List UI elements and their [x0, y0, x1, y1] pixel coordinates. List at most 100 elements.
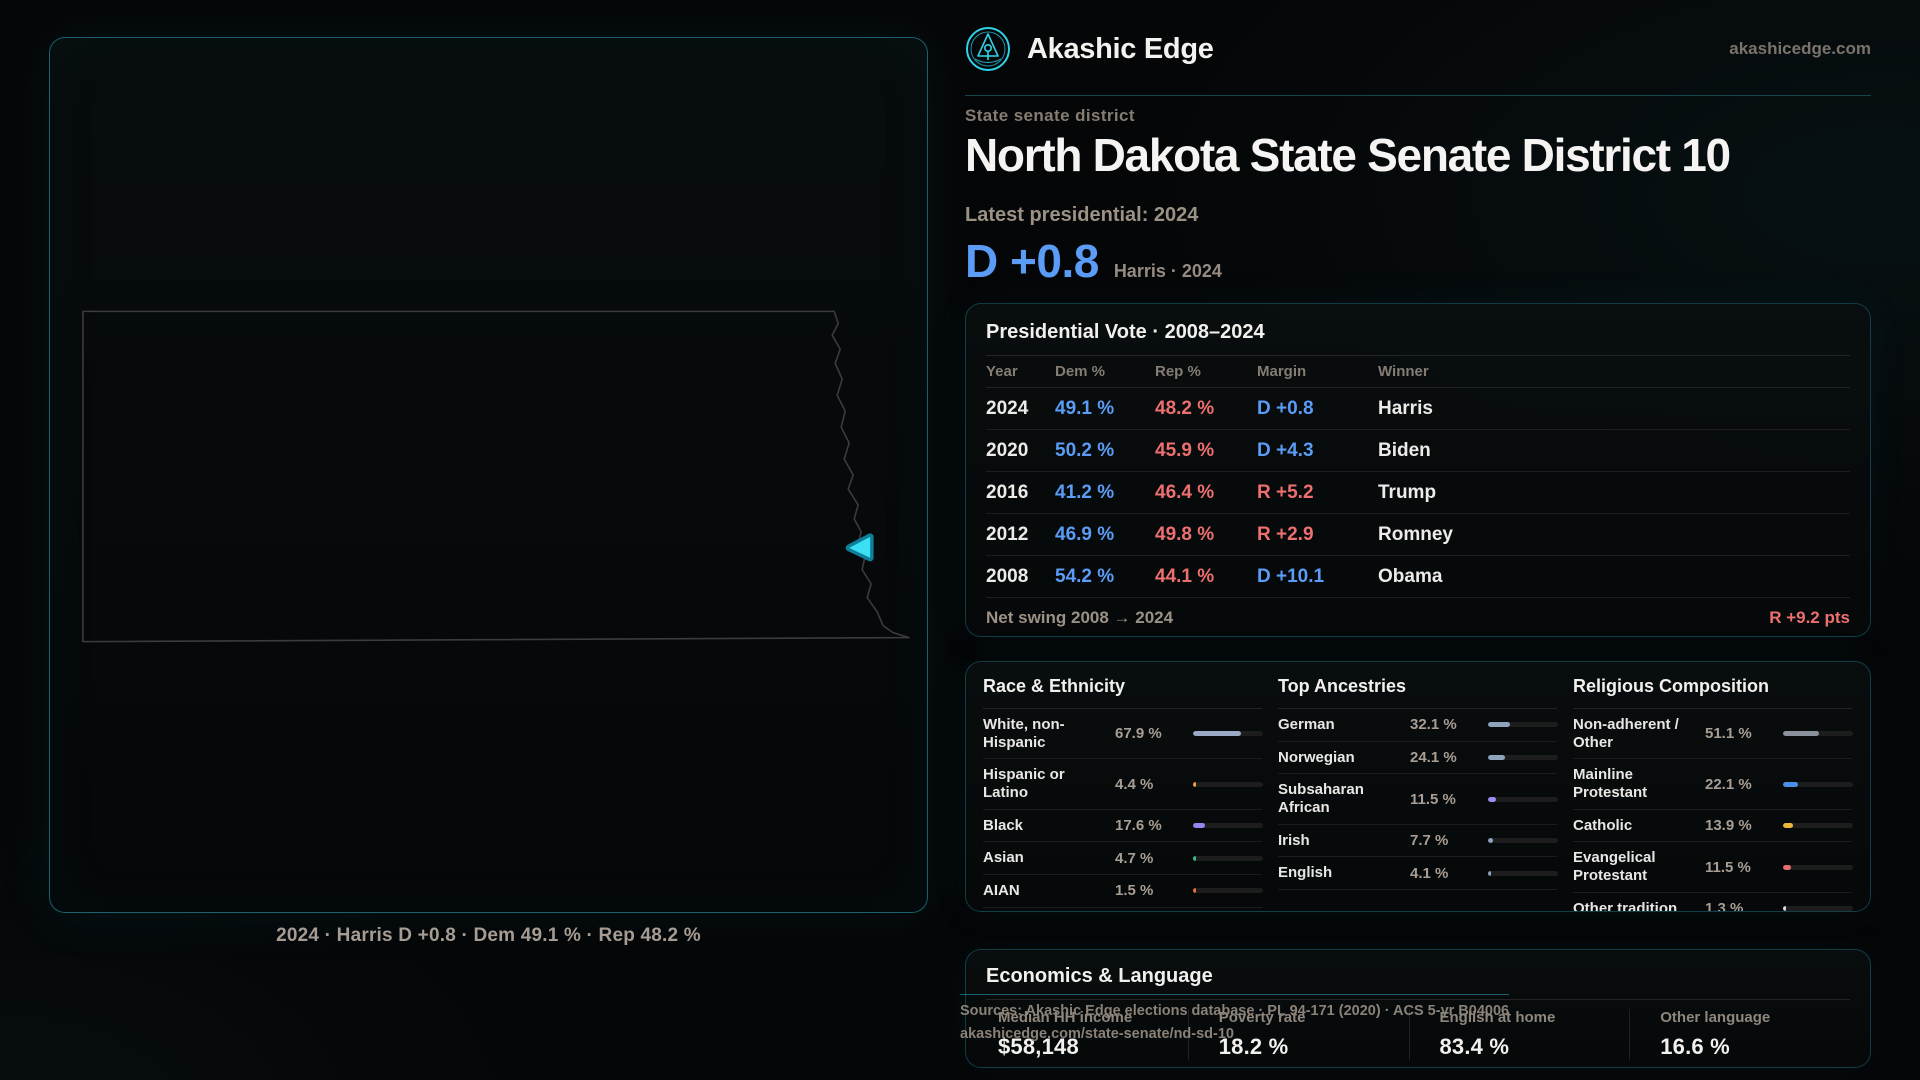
margin-cell: D +10.1	[1257, 566, 1378, 588]
margin-cell: R +2.9	[1257, 524, 1378, 546]
stat-row: White, non- Hispanic67.9 %	[983, 709, 1262, 759]
demographics-panel: Race & EthnicityWhite, non- Hispanic67.9…	[965, 661, 1871, 912]
district-type-eyebrow: State senate district	[965, 106, 1135, 126]
header: Akashic Edge akashicedge.com	[965, 26, 1871, 72]
stat-bar	[1193, 856, 1263, 861]
winner-cell: Trump	[1378, 482, 1850, 504]
stat-row: Norwegian24.1 %	[1278, 742, 1557, 775]
stat-row: Other tradition 1.3 %	[1573, 893, 1852, 912]
stat-bar-fill	[1193, 888, 1196, 893]
stat-bar-fill	[1488, 838, 1493, 843]
year-cell: 2024	[986, 398, 1055, 420]
stat-value: 11.5 %	[1410, 791, 1482, 808]
winner-cell: Romney	[1378, 524, 1850, 546]
stat-value: 24.1 %	[1410, 749, 1482, 766]
stat-label: Other tradition	[1573, 900, 1699, 912]
stat-row: Asian4.7 %	[983, 842, 1262, 875]
stat-bar-fill	[1783, 823, 1793, 828]
year-cell: 2020	[986, 440, 1055, 462]
economics-stat-label: English at home	[1440, 1009, 1630, 1026]
economics-stat: Poverty rate18.2 %	[1188, 1009, 1409, 1060]
stat-row: German32.1 %	[1278, 709, 1557, 742]
stat-bar-fill	[1193, 856, 1196, 861]
stat-bar	[1193, 782, 1263, 787]
economics-stat: English at home 83.4 %	[1409, 1009, 1630, 1060]
stat-value: 22.1 %	[1705, 776, 1777, 793]
stat-bar	[1783, 782, 1853, 787]
stat-value: 7.7 %	[1410, 832, 1482, 849]
economics-stat-value: 16.6 %	[1660, 1034, 1850, 1060]
dem-share-cell: 54.2 %	[1055, 566, 1155, 588]
stat-bar	[1193, 888, 1263, 893]
year-cell: 2008	[986, 566, 1055, 588]
divider	[986, 999, 1850, 1000]
dem-share-cell: 46.9 %	[1055, 524, 1155, 546]
district-marker[interactable]	[849, 537, 870, 558]
stat-value: 67.9 %	[1115, 725, 1187, 742]
brand-name: Akashic Edge	[1027, 33, 1214, 66]
stat-label: Hispanic or Latino	[983, 766, 1109, 801]
col-year: Year	[986, 363, 1055, 380]
stat-label: Irish	[1278, 832, 1404, 850]
map-caption: 2024 · Harris D +0.8 · Dem 49.1 % · Rep …	[49, 925, 928, 947]
rep-share-cell: 49.8 %	[1155, 524, 1257, 546]
stat-row: Hispanic or Latino 4.4 %	[983, 759, 1262, 809]
stat-bar-fill	[1488, 755, 1505, 760]
race-title: Race & Ethnicity	[983, 676, 1262, 709]
stat-bar	[1783, 823, 1853, 828]
economics-stat-value: 83.4 %	[1440, 1034, 1630, 1060]
net-swing-value: R +9.2 pts	[1769, 608, 1850, 628]
year-cell: 2016	[986, 482, 1055, 504]
stat-row: Black 17.6 %	[983, 810, 1262, 843]
stat-bar	[1488, 838, 1558, 843]
state-outline	[83, 311, 909, 641]
stat-row: Non-adherent / Other 51.1 %	[1573, 709, 1852, 759]
demographics-section-religion: Religious CompositionNon-adherent / Othe…	[1573, 676, 1852, 912]
economics-stats: Median HH income$58,148Poverty rate18.2 …	[986, 1009, 1850, 1060]
stat-row: English4.1 %	[1278, 857, 1557, 890]
stat-label: Subsaharan African	[1278, 781, 1404, 816]
stat-bar-fill	[1783, 731, 1819, 736]
stat-bar-fill	[1193, 731, 1241, 736]
stat-bar-fill	[1193, 782, 1196, 787]
stat-value: 4.7 %	[1115, 850, 1187, 867]
stat-row: Evangelical Protestant11.5 %	[1573, 842, 1852, 892]
page: 2024 · Harris D +0.8 · Dem 49.1 % · Rep …	[0, 0, 1920, 1080]
winner-cell: Harris	[1378, 398, 1850, 420]
stat-label: Non-adherent / Other	[1573, 716, 1699, 751]
district-report: Akashic Edge akashicedge.com State senat…	[965, 0, 1871, 1080]
col-margin: Margin	[1257, 363, 1378, 380]
stat-label: English	[1278, 864, 1404, 882]
stat-bar	[1488, 722, 1558, 727]
brand-domain-link[interactable]: akashicedge.com	[1729, 39, 1871, 59]
stat-bar	[1783, 865, 1853, 870]
rep-share-cell: 48.2 %	[1155, 398, 1257, 420]
stat-label: Mainline Protestant	[1573, 766, 1699, 801]
economics-panel-title: Economics & Language	[986, 965, 1850, 988]
stat-value: 51.1 %	[1705, 725, 1777, 742]
stat-label: AIAN	[983, 882, 1109, 900]
stat-bar-fill	[1783, 906, 1786, 911]
margin-cell: D +4.3	[1257, 440, 1378, 462]
header-divider	[965, 95, 1871, 96]
stat-label: Black	[983, 817, 1109, 835]
north-dakota-map	[50, 38, 927, 912]
headline-margin-context: Harris · 2024	[1114, 261, 1222, 282]
stat-value: 1.3 %	[1705, 900, 1777, 912]
stat-bar	[1488, 871, 1558, 876]
stat-value: 17.6 %	[1115, 817, 1187, 834]
presidential-row-2020: 202050.2 %45.9 %D +4.3Biden	[986, 430, 1850, 472]
stat-label: Evangelical Protestant	[1573, 849, 1699, 884]
dem-share-cell: 49.1 %	[1055, 398, 1155, 420]
col-dem: Dem %	[1055, 363, 1155, 380]
headline-margin-value: D +0.8	[965, 234, 1099, 288]
presidential-vote-panel: Presidential Vote · 2008–2024 Year Dem %…	[965, 303, 1871, 637]
winner-cell: Biden	[1378, 440, 1850, 462]
latest-election-label: Latest presidential: 2024	[965, 204, 1198, 227]
stat-value: 4.4 %	[1115, 776, 1187, 793]
stat-bar-fill	[1488, 797, 1496, 802]
margin-cell: R +5.2	[1257, 482, 1378, 504]
net-swing-label: Net swing 2008 → 2024	[986, 608, 1173, 628]
stat-row: Irish 7.7 %	[1278, 825, 1557, 858]
economics-stat-label: Median HH income	[998, 1009, 1188, 1026]
